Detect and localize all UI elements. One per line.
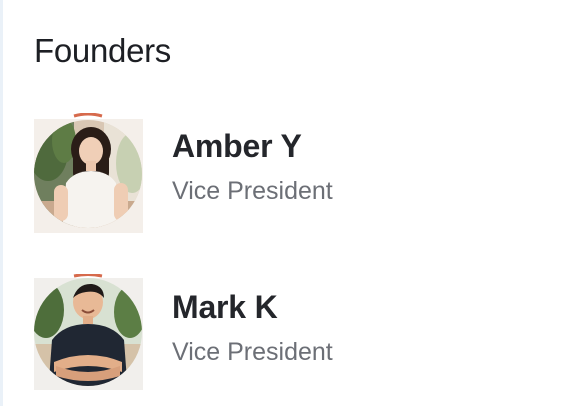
founder-name: Mark K bbox=[172, 289, 278, 325]
avatar bbox=[34, 113, 143, 233]
founder-role: Vice President bbox=[172, 338, 333, 366]
founder-role: Vice President bbox=[172, 177, 333, 205]
avatar bbox=[34, 274, 143, 394]
founder-card: Mark K Vice President bbox=[34, 274, 534, 394]
person-photo-icon bbox=[34, 274, 143, 390]
section-title: Founders bbox=[34, 32, 172, 69]
founder-card: Amber Y Vice President bbox=[34, 113, 534, 233]
founder-name: Amber Y bbox=[172, 128, 302, 164]
panel-edge-divider bbox=[0, 0, 3, 406]
person-photo-icon bbox=[34, 113, 143, 233]
founders-panel: Founders Amber Y Vice President Mark K V… bbox=[0, 0, 566, 406]
